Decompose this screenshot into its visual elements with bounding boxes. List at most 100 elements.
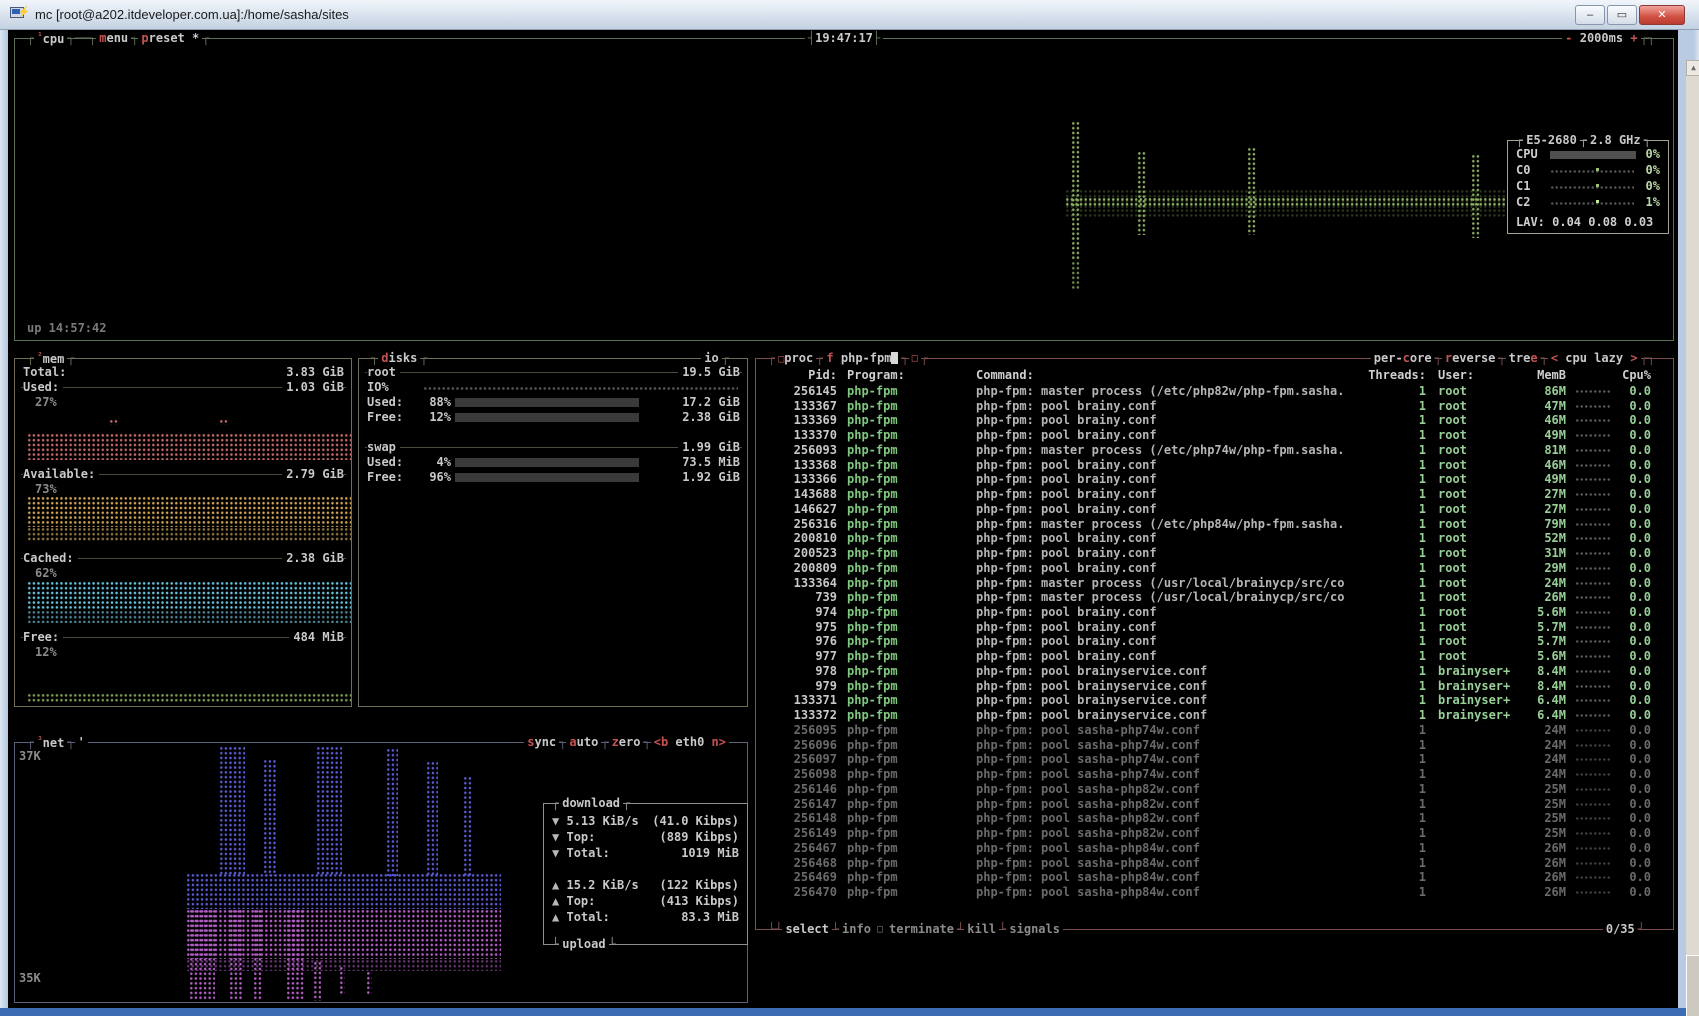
net-auto-toggle[interactable]: auto [566,735,601,750]
disks-io-toggle[interactable]: io┌ [701,351,729,366]
proc-row[interactable]: 739php-fpmphp-fpm: master process (/usr/… [773,590,1657,605]
disks-panel-titlebar: ┐ disks ┌ [371,351,428,366]
signals-button[interactable]: signals [1006,922,1063,937]
maximize-button[interactable]: ▭ [1607,5,1637,25]
close-button[interactable]: ✕ [1639,5,1685,25]
proc-row[interactable]: 256470php-fpmphp-fpm: pool sasha-php84w.… [773,885,1657,900]
interval-increase-button[interactable]: + [1630,31,1637,45]
percore-toggle[interactable]: per-core [1371,351,1435,366]
proc-panel-title[interactable]: proc [784,351,813,365]
header-pid[interactable]: Pid: [773,368,837,383]
disk-swap-row: swap1.99 GiB [365,440,742,455]
proc-row[interactable]: 256095php-fpmphp-fpm: pool sasha-php74w.… [773,723,1657,738]
proc-row[interactable]: 133372php-fpmphp-fpm: pool brainyservice… [773,708,1657,723]
app-icon: ⚡ [10,7,28,22]
proc-row[interactable]: 133366php-fpmphp-fpm: pool brainy.conf1r… [773,472,1657,487]
proc-row[interactable]: 200523php-fpmphp-fpm: pool brainy.conf1r… [773,546,1657,561]
proc-row[interactable]: 133364php-fpmphp-fpm: master process (/u… [773,576,1657,591]
header-mem[interactable]: MemB [1496,368,1566,383]
proc-row[interactable]: 133371php-fpmphp-fpm: pool brainyservice… [773,693,1657,708]
proc-row[interactable]: 256148php-fpmphp-fpm: pool sasha-php82w.… [773,811,1657,826]
interval-decrease-button[interactable]: - [1565,31,1572,45]
cpu-core-box: ┌E5-2680 ┌2.8 GHz┐ CPU 0% C0 0% C1 0% [1507,140,1669,234]
sort-next-icon: > [1630,351,1637,365]
proc-row[interactable]: 976php-fpmphp-fpm: pool brainy.conf1root… [773,634,1657,649]
net-next-button: n> [712,735,726,749]
mem-total-row: Total:3.83 GiB [21,365,346,380]
sort-column-selector[interactable]: < cpu lazy > [1548,351,1641,366]
cpu-panel: ┌ ¹cpu ┐──┐ menu ┐ preset * ┌ ┤19:47:17├… [14,38,1674,341]
proc-row[interactable]: 975php-fpmphp-fpm: pool brainy.conf1root… [773,620,1657,635]
net-interface-switcher[interactable]: <b eth0 n> [651,735,729,750]
core1-graph [1550,185,1634,190]
proc-row[interactable]: 977php-fpmphp-fpm: pool brainy.conf1root… [773,649,1657,664]
window-border-left [0,30,8,1008]
select-button[interactable]: select [782,922,831,937]
disks-panel-title[interactable]: disks [378,351,420,366]
scrollbar-thumb[interactable] [1686,955,1699,1016]
proc-row[interactable]: 256145php-fpmphp-fpm: master process (/e… [773,384,1657,399]
proc-row[interactable]: 146627php-fpmphp-fpm: pool brainy.conf1r… [773,502,1657,517]
proc-row[interactable]: 256149php-fpmphp-fpm: pool sasha-php82w.… [773,826,1657,841]
cpu-panel-title[interactable]: ¹cpu [34,30,67,47]
proc-row[interactable]: 256093php-fpmphp-fpm: master process (/e… [773,443,1657,458]
proc-row[interactable]: 256146php-fpmphp-fpm: pool sasha-php82w.… [773,782,1657,797]
proc-row[interactable]: 200809php-fpmphp-fpm: pool brainy.conf1r… [773,561,1657,576]
terminal-scrollbar[interactable]: ▲ ▼ [1686,60,1699,1016]
preset-button[interactable]: preset * [138,31,202,46]
proc-row[interactable]: 974php-fpmphp-fpm: pool brainy.conf1root… [773,605,1657,620]
proc-row[interactable]: 256467php-fpmphp-fpm: pool sasha-php84w.… [773,841,1657,856]
core0-graph [1550,169,1634,174]
net-sync-toggle[interactable]: sync [524,735,559,750]
cpu-total-meter [1550,151,1636,159]
proc-rows: 256145php-fpmphp-fpm: master process (/e… [773,384,1657,900]
proc-row[interactable]: 256468php-fpmphp-fpm: pool sasha-php84w.… [773,856,1657,871]
scroll-up-icon[interactable]: ▲ [1686,60,1699,76]
down-arrow-icon: ▼ [552,830,559,844]
up-arrow-icon: ▲ [552,878,559,892]
header-threads[interactable]: Threads: [1346,368,1426,383]
menu-button[interactable]: menu [96,31,131,46]
titlebar: ⚡ mc [root@a202.itdeveloper.com.ua]:/hom… [0,0,1699,30]
putty-window: ⚡ mc [root@a202.itdeveloper.com.ua]:/hom… [0,0,1699,1016]
proc-row[interactable]: 256316php-fpmphp-fpm: master process (/e… [773,517,1657,532]
proc-row[interactable]: 200810php-fpmphp-fpm: pool brainy.conf1r… [773,531,1657,546]
proc-panel: ┌ □proc ┌ f php-fpm ┐ □ ┌ per-core ┐ rev… [755,358,1674,930]
proc-row[interactable]: 979php-fpmphp-fpm: pool brainyservice.co… [773,679,1657,694]
proc-row[interactable]: 256096php-fpmphp-fpm: pool sasha-php74w.… [773,738,1657,753]
proc-row[interactable]: 256469php-fpmphp-fpm: pool sasha-php84w.… [773,870,1657,885]
disk-root-row: root19.5 GiB [365,365,742,380]
net-zero-toggle[interactable]: zero [609,735,644,750]
terminate-button[interactable]: terminate [886,922,957,937]
core2-graph [1550,201,1634,206]
proc-row[interactable]: 143688php-fpmphp-fpm: pool brainy.conf1r… [773,487,1657,502]
header-cpu[interactable]: Cpu% [1581,368,1651,383]
proc-row[interactable]: 133367php-fpmphp-fpm: pool brainy.conf1r… [773,399,1657,414]
disk-swap-free-row: Free: 96% 1.92 GiB [365,470,742,485]
tree-toggle[interactable]: tree [1506,351,1541,366]
load-average: LAV: 0.04 0.08 0.03 [1516,215,1653,230]
mem-panel-titlebar: ┌ ²mem ┌ [27,351,75,366]
proc-row[interactable]: 133368php-fpmphp-fpm: pool brainy.conf1r… [773,458,1657,473]
cpu-panel-titlebar: ┌ ¹cpu ┐──┐ menu ┐ preset * ┌ [27,31,209,46]
mem-free-graph [27,693,351,703]
header-program[interactable]: Program: [847,368,967,383]
process-filter-input[interactable]: f php-fpm [823,351,901,366]
proc-row[interactable]: 133369php-fpmphp-fpm: pool brainy.conf1r… [773,413,1657,428]
header-command[interactable]: Command: [976,368,1336,383]
info-button[interactable]: info [839,922,874,937]
proc-row[interactable]: 978php-fpmphp-fpm: pool brainyservice.co… [773,664,1657,679]
proc-row[interactable]: 133370php-fpmphp-fpm: pool brainy.conf1r… [773,428,1657,443]
proc-row[interactable]: 256097php-fpmphp-fpm: pool sasha-php74w.… [773,752,1657,767]
disk-root-free-bar [455,413,639,422]
minimize-button[interactable]: – [1575,5,1605,25]
mem-used-row: Used:1.03 GiB [21,380,346,395]
core0-row: C0 0% [1514,163,1662,179]
reverse-toggle[interactable]: reverse [1442,351,1499,366]
proc-footer: └┘ select └ info □ terminate ┘ kill └ si… [768,922,1063,937]
filter-clear-icon[interactable]: □ [909,351,921,366]
uptime: up 14:57:42 [27,321,106,336]
proc-row[interactable]: 256098php-fpmphp-fpm: pool sasha-php74w.… [773,767,1657,782]
proc-row[interactable]: 256147php-fpmphp-fpm: pool sasha-php82w.… [773,797,1657,812]
kill-button[interactable]: kill [964,922,999,937]
